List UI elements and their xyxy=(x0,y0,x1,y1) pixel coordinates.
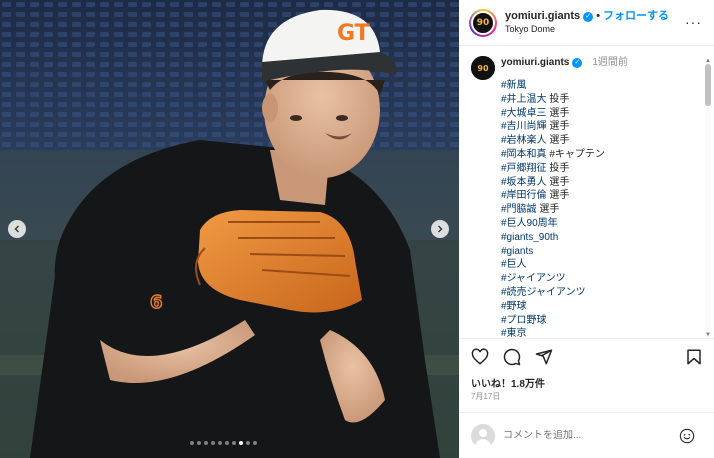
location-link[interactable]: Tokyo Dome xyxy=(505,24,669,35)
caption-line: #東京 xyxy=(501,327,704,338)
caption-line-suffix: 選手 xyxy=(536,204,560,216)
header-username[interactable]: yomiuri.giants xyxy=(505,10,580,24)
comment-icon[interactable] xyxy=(503,348,521,366)
caption-area: 90 yomiuri.giants ✓ 1週間前 #新風 #井上温大 投手 #大城卓… xyxy=(459,46,704,338)
caption-line: #野球 xyxy=(501,300,704,314)
hashtag-link[interactable]: #読売ジャイアンツ xyxy=(501,287,586,298)
jersey-number: 6 xyxy=(150,292,163,313)
carousel-dot[interactable] xyxy=(190,441,194,445)
carousel-dot[interactable] xyxy=(225,441,229,445)
caption-line-suffix: 選手 xyxy=(546,107,570,119)
caption-line: #岸田行倫 選手 xyxy=(501,189,704,203)
scroll-thumb[interactable] xyxy=(705,64,711,106)
carousel-dot[interactable] xyxy=(211,441,215,445)
carousel-dot[interactable] xyxy=(218,441,222,445)
caption-text: #新風 #井上温大 投手 #大城卓三 選手 #吉川尚輝 選手 #岩林楽人 選手 #岡本和真… xyxy=(501,79,704,338)
caption-avatar-logo: 90 xyxy=(471,56,495,80)
comment-bar xyxy=(459,412,714,458)
player-photo: GT 6 xyxy=(0,0,459,458)
cap-logo: GT xyxy=(337,21,370,46)
hashtag-link[interactable]: #巨人 xyxy=(501,259,527,270)
caption-line: #読売ジャイアンツ xyxy=(501,286,704,300)
emoji-icon[interactable] xyxy=(679,428,695,444)
caption-line: #巨人90周年 xyxy=(501,217,704,231)
hashtag-link[interactable]: #岸田行倫 xyxy=(501,190,547,201)
carousel-dot[interactable] xyxy=(204,441,208,445)
hashtag-link[interactable]: #giants xyxy=(501,246,533,257)
caption-line: #ジャイアンツ xyxy=(501,272,704,286)
caption-line: #吉川尚輝 選手 xyxy=(501,120,704,134)
hashtag-link[interactable]: #岡本和真 xyxy=(501,149,547,160)
verified-badge-icon: ✓ xyxy=(583,11,594,22)
carousel-dot[interactable] xyxy=(232,441,236,445)
post-date: 7月17日 xyxy=(471,392,501,401)
hashtag-link[interactable]: #門脇誠 xyxy=(501,204,537,215)
carousel-dot[interactable] xyxy=(197,441,201,445)
caption-line: #戸郷翔征 投手 xyxy=(501,162,704,176)
bookmark-icon xyxy=(687,349,701,365)
profile-avatar[interactable]: 90 xyxy=(469,8,497,37)
header-separator: • xyxy=(596,10,601,22)
caption-line: #岩林楽人 選手 xyxy=(501,134,704,148)
post-side-panel: 90 yomiuri.giants ✓ • フォローする Tokyo Dome … xyxy=(459,0,714,458)
carousel-dot[interactable] xyxy=(253,441,257,445)
avatar-logo: 90 xyxy=(471,10,495,35)
post-media[interactable]: GT 6 xyxy=(0,0,459,458)
follow-button[interactable]: フォローする xyxy=(603,10,669,24)
hashtag-link[interactable]: #吉川尚輝 xyxy=(501,121,547,132)
caption-line-suffix: 選手 xyxy=(546,121,570,133)
caption-line: #新風 xyxy=(501,79,704,93)
hashtag-link[interactable]: #新風 xyxy=(501,80,527,91)
hashtag-link[interactable]: #坂本勇人 xyxy=(501,177,547,188)
hashtag-link[interactable]: #井上温大 xyxy=(501,94,547,105)
carousel-dot[interactable] xyxy=(239,441,243,445)
hashtag-link[interactable]: #戸郷翔征 xyxy=(501,163,547,174)
caption-line-suffix: 選手 xyxy=(546,135,570,147)
caption-timestamp[interactable]: 1週間前 xyxy=(592,56,628,70)
carousel-indicator xyxy=(190,441,257,445)
caption-line-suffix: 投手 xyxy=(546,93,570,105)
carousel-next-button[interactable] xyxy=(431,220,449,238)
hashtag-link[interactable]: #東京 xyxy=(501,328,527,338)
caption-line: #坂本勇人 選手 xyxy=(501,176,704,190)
caption-avatar[interactable]: 90 xyxy=(471,56,495,80)
caption-verified-badge-icon: ✓ xyxy=(572,57,583,68)
caption-line: #巨人 xyxy=(501,258,704,272)
caption-line-suffix: 選手 xyxy=(546,176,570,188)
post-actions: いいね！1.8万件 7月17日 xyxy=(459,338,714,412)
caption-line: #giants_90th xyxy=(501,231,704,245)
caption-line-suffix: 選手 xyxy=(546,190,570,202)
hashtag-link[interactable]: #大城卓三 xyxy=(501,108,547,119)
carousel-dot[interactable] xyxy=(246,441,250,445)
caption-line: #岡本和真 #キャプテン xyxy=(501,148,704,162)
caption-line: #プロ野球 xyxy=(501,314,704,328)
caption-line-suffix: 投手 xyxy=(546,162,570,174)
post-header: 90 yomiuri.giants ✓ • フォローする Tokyo Dome … xyxy=(459,0,714,46)
carousel-prev-button[interactable] xyxy=(8,220,26,238)
save-button[interactable] xyxy=(685,348,703,366)
hashtag-link[interactable]: #ジャイアンツ xyxy=(501,273,566,284)
user-avatar xyxy=(471,423,495,448)
caption-line-suffix: #キャプテン xyxy=(546,148,605,160)
hashtag-link[interactable]: #巨人90周年 xyxy=(501,218,558,229)
caption-line: #井上温大 投手 xyxy=(501,93,704,107)
caption-username[interactable]: yomiuri.giants xyxy=(501,56,569,70)
caption-scrollbar[interactable]: ▲ ▼ xyxy=(705,58,711,338)
chevron-left-icon xyxy=(14,225,19,233)
comment-input[interactable] xyxy=(503,430,683,441)
more-options-icon[interactable]: ··· xyxy=(685,14,702,30)
caption-line: #門脇誠 選手 xyxy=(501,203,704,217)
caption-line: #大城卓三 選手 xyxy=(501,107,704,121)
hashtag-link[interactable]: #野球 xyxy=(501,301,527,312)
hashtag-link[interactable]: #岩林楽人 xyxy=(501,135,547,146)
hashtag-link[interactable]: #プロ野球 xyxy=(501,315,547,326)
caption-line: #giants xyxy=(501,245,704,259)
heart-icon[interactable] xyxy=(471,348,489,366)
hashtag-link[interactable]: #giants_90th xyxy=(501,232,558,243)
share-icon[interactable] xyxy=(535,348,553,366)
likes-count[interactable]: いいね！1.8万件 xyxy=(471,375,545,390)
chevron-right-icon xyxy=(438,225,443,233)
